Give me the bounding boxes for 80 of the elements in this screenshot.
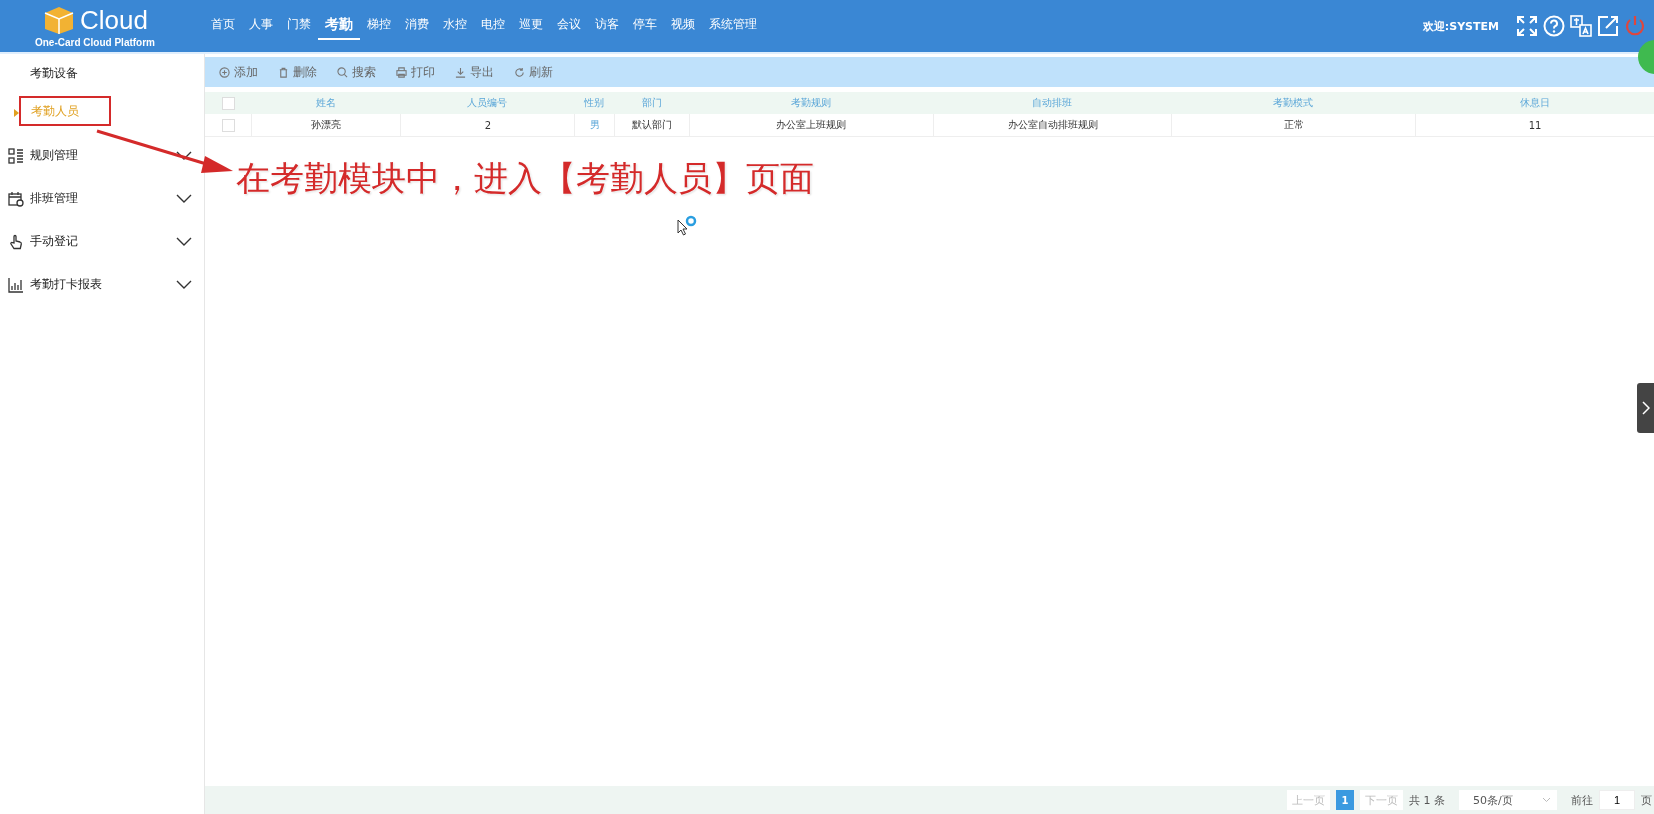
column-header: 自动排班 xyxy=(1031,96,1073,110)
table-cell: 正常 xyxy=(1171,114,1416,136)
collapse-panel-tab[interactable] xyxy=(1637,383,1654,433)
search-icon xyxy=(337,66,348,78)
column-header: 人员编号 xyxy=(466,96,509,110)
nav-tab[interactable]: 考勤 xyxy=(318,12,360,40)
toolbar-button[interactable]: 添加 xyxy=(215,61,268,83)
column-header: 姓名 xyxy=(314,96,337,110)
refresh-icon xyxy=(515,66,524,77)
nav-tab[interactable]: 水控 xyxy=(436,12,474,40)
chevron-icon xyxy=(176,236,192,247)
logo-title: Cloud xyxy=(80,4,148,36)
table-cell: 11 xyxy=(1415,114,1654,136)
loading-cursor-icon xyxy=(676,215,698,237)
toolbar-button[interactable]: 打印 xyxy=(392,61,445,83)
sidebar-group[interactable]: 手动登记 xyxy=(0,220,204,263)
external-link-icon[interactable] xyxy=(1597,15,1619,37)
chevron-right-icon xyxy=(1641,401,1650,415)
nav-tab[interactable]: 视频 xyxy=(664,12,702,40)
group-label: 排班管理 xyxy=(30,190,79,207)
total-count-text: 共 1 条 xyxy=(1409,792,1445,808)
sidebar-group[interactable]: 考勤打卡报表 xyxy=(0,263,204,306)
sidebar-item[interactable]: 考勤设备 xyxy=(30,54,78,92)
toolbar-button[interactable]: 刷新 xyxy=(510,61,563,83)
chevron-icon xyxy=(176,279,192,290)
logo-subtitle: One-Card Cloud Platform xyxy=(35,36,155,48)
table-cell: 办公室自动排班规则 xyxy=(932,114,1172,136)
page-unit-label: 页 xyxy=(1641,792,1652,808)
table-cell: 默认部门 xyxy=(614,114,689,136)
calendar-icon xyxy=(8,190,24,207)
group-label: 规则管理 xyxy=(30,147,79,164)
group-label: 手动登记 xyxy=(30,233,79,250)
list-icon xyxy=(8,147,24,164)
add-icon xyxy=(219,66,230,78)
table-cell: 2 xyxy=(400,114,575,136)
chevron-icon xyxy=(176,193,192,204)
table-cell: 孙漂亮 xyxy=(251,114,401,136)
printer-icon xyxy=(396,66,407,78)
column-header: 部门 xyxy=(640,96,663,110)
nav-tab[interactable]: 停车 xyxy=(626,12,664,40)
nav-tab[interactable]: 系统管理 xyxy=(702,12,764,40)
sidebar-item[interactable]: 考勤人员 xyxy=(19,96,111,126)
goto-label: 前往 xyxy=(1571,792,1593,808)
fullscreen-icon[interactable] xyxy=(1516,15,1538,37)
download-icon xyxy=(455,66,466,78)
hand-pointer-icon xyxy=(8,233,24,250)
column-header: 休息日 xyxy=(1518,96,1551,110)
nav-tab[interactable]: 电控 xyxy=(474,12,512,40)
nav-tab[interactable]: 人事 xyxy=(242,12,280,40)
sidebar-group[interactable]: 排班管理 xyxy=(0,177,204,220)
toolbar-button[interactable]: 导出 xyxy=(451,61,504,83)
help-icon[interactable] xyxy=(1543,15,1565,37)
nav-tab[interactable]: 消费 xyxy=(398,12,436,40)
page-number-button[interactable]: 1 xyxy=(1336,790,1354,810)
select-all-checkbox[interactable] xyxy=(221,96,235,110)
sidebar-group[interactable]: 规则管理 xyxy=(0,134,204,177)
column-header: 性别 xyxy=(583,96,606,110)
selected-marker-icon xyxy=(14,109,19,117)
nav-tab[interactable]: 首页 xyxy=(204,12,242,40)
trash-icon xyxy=(279,67,288,78)
group-label: 考勤打卡报表 xyxy=(30,276,103,293)
column-header: 考勤模式 xyxy=(1272,96,1315,110)
table-cell: 办公室上班规则 xyxy=(688,114,933,136)
column-header: 考勤规则 xyxy=(789,96,832,110)
goto-page-field[interactable]: 1 xyxy=(1599,790,1635,810)
welcome-text: 欢迎:SYSTEM xyxy=(1422,18,1499,34)
table-cell: 男 xyxy=(574,114,615,136)
toolbar-button[interactable]: 删除 xyxy=(274,61,327,83)
nav-tab[interactable]: 访客 xyxy=(588,12,626,40)
nav-tab[interactable]: 巡更 xyxy=(512,12,550,40)
dropdown-caret-icon xyxy=(1542,797,1551,803)
row-checkbox[interactable] xyxy=(221,118,235,132)
bar-chart-icon xyxy=(8,276,24,293)
annotation-text: 在考勤模块中，进入【考勤人员】页面 xyxy=(236,157,814,200)
nav-tab[interactable]: 梯控 xyxy=(360,12,398,40)
nav-tab[interactable]: 会议 xyxy=(550,12,588,40)
page-size-select[interactable]: 50条/页 xyxy=(1459,790,1557,810)
nav-tab[interactable]: 门禁 xyxy=(280,12,318,40)
translate-icon[interactable] xyxy=(1570,15,1592,37)
toolbar-button[interactable]: 搜索 xyxy=(333,61,386,83)
